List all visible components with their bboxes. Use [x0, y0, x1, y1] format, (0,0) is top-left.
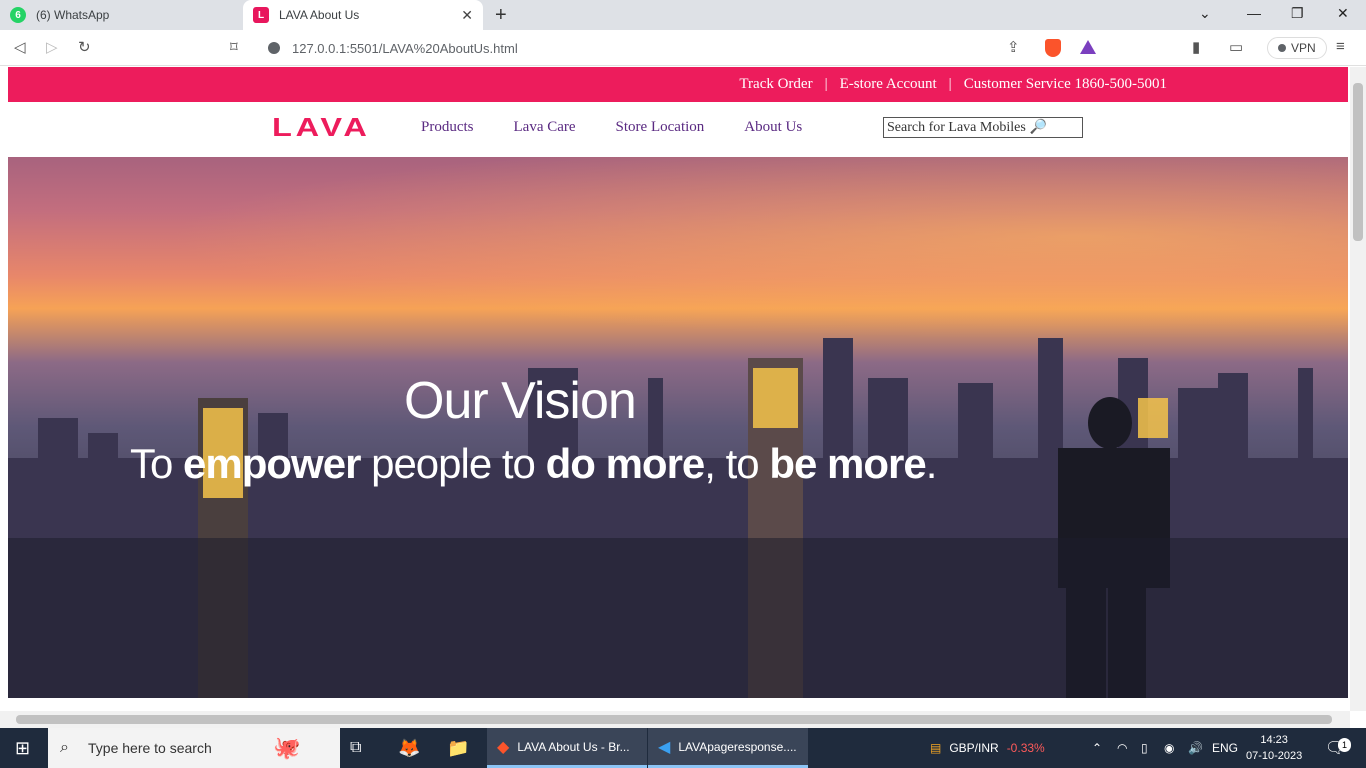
battery-icon[interactable]: ▯	[1141, 728, 1148, 768]
restore-icon[interactable]: ❐	[1291, 5, 1304, 22]
file-explorer-icon[interactable]: 📁	[447, 728, 469, 768]
scrollbar-thumb[interactable]	[16, 715, 1332, 724]
taskbar-search-input[interactable]: ⌕ Type here to search 🐙	[48, 728, 340, 768]
lava-logo[interactable]: LAVA	[272, 112, 371, 143]
search-icon: ⌕	[60, 739, 69, 756]
brave-shields-icon[interactable]	[1045, 39, 1061, 57]
top-utility-bar: Track Order | E-store Account | Customer…	[8, 67, 1348, 102]
minimize-icon[interactable]: —	[1247, 5, 1261, 21]
tagline-part: people to	[360, 440, 546, 487]
url-text[interactable]: 127.0.0.1:5501/LAVA%20AboutUs.html	[292, 41, 518, 56]
scrollbar-thumb[interactable]	[1353, 83, 1363, 241]
taskbar-app-vscode[interactable]: ◀ LAVApageresponse....	[648, 728, 808, 768]
clock-date: 07-10-2023	[1246, 750, 1303, 762]
tagline-emphasis: empower	[183, 440, 361, 487]
reload-icon[interactable]: ↻	[78, 38, 91, 56]
horizontal-scrollbar[interactable]	[0, 711, 1350, 728]
browser-toolbar: ◁ ▷ ↻ ⌑ 127.0.0.1:5501/LAVA%20AboutUs.ht…	[0, 30, 1366, 66]
hero-banner: Our Vision To empower people to do more,…	[8, 157, 1348, 698]
tagline-part: .	[925, 440, 938, 487]
tab-title: LAVA About Us	[279, 8, 360, 22]
bookmark-icon[interactable]: ⌑	[230, 38, 238, 56]
search-icon[interactable]: 🔎	[1030, 119, 1047, 136]
vpn-button[interactable]: VPN	[1267, 37, 1327, 59]
close-tab-icon[interactable]: ✕	[461, 7, 473, 24]
chevron-up-icon[interactable]: ⌃	[1092, 728, 1102, 768]
stock-widget[interactable]: ▤ GBP/INR -0.33%	[930, 728, 1045, 768]
web-page: Track Order | E-store Account | Customer…	[8, 67, 1348, 698]
vscode-icon: ◀	[658, 738, 671, 756]
taskbar-app-brave[interactable]: ◆ LAVA About Us - Br...	[487, 728, 647, 768]
estore-account-link[interactable]: E-store Account	[840, 76, 937, 93]
back-icon[interactable]: ◁	[14, 38, 26, 56]
tab-strip: 6 (6) WhatsApp L LAVA About Us ✕ + ⌄ — ❐…	[0, 0, 1366, 30]
hero-heading: Our Vision	[404, 372, 637, 430]
site-info-icon[interactable]	[268, 42, 280, 54]
tagline-part: To	[130, 440, 184, 487]
nav-links: Products Lava Care Store Location About …	[421, 119, 802, 136]
vpn-label: VPN	[1291, 41, 1316, 55]
tagline-part: , to	[704, 440, 770, 487]
nav-about-us[interactable]: About Us	[744, 119, 802, 136]
search-placeholder: Search for Lava Mobiles	[887, 119, 1026, 135]
stock-label: GBP/INR	[949, 741, 999, 755]
system-clock[interactable]: 14:23 07-10-2023	[1246, 732, 1302, 764]
hero-tagline: To empower people to do more, to be more…	[130, 440, 938, 488]
brave-icon: ◆	[497, 738, 510, 756]
track-order-link[interactable]: Track Order	[739, 76, 812, 93]
sunset-glow	[8, 157, 1348, 357]
nav-store-location[interactable]: Store Location	[616, 119, 705, 136]
octopus-icon: 🐙	[273, 735, 301, 760]
whatsapp-icon: 6	[10, 7, 26, 23]
share-icon[interactable]: ⇪	[1007, 38, 1020, 56]
search-input[interactable]: Search for Lava Mobiles 🔎	[883, 117, 1083, 138]
windows-start-icon[interactable]: ⊞	[15, 728, 30, 768]
chevron-down-icon[interactable]: ⌄	[1199, 5, 1211, 22]
nav-lava-care[interactable]: Lava Care	[514, 119, 576, 136]
wallet-icon[interactable]: ▭	[1229, 38, 1243, 56]
brave-rewards-icon[interactable]	[1080, 40, 1096, 54]
tab-title: (6) WhatsApp	[36, 8, 110, 22]
forward-icon[interactable]: ▷	[46, 38, 58, 56]
close-window-icon[interactable]: ✕	[1337, 5, 1349, 22]
vertical-scrollbar[interactable]	[1350, 67, 1366, 711]
firefox-icon[interactable]: 🦊	[398, 728, 420, 768]
nav-products[interactable]: Products	[421, 119, 474, 136]
new-tab-icon[interactable]: +	[495, 4, 507, 27]
network-icon[interactable]: ◠	[1117, 728, 1127, 768]
vpn-status-icon	[1278, 44, 1286, 52]
lava-favicon-icon: L	[253, 7, 269, 23]
task-view-icon[interactable]: ⧉	[350, 728, 361, 768]
tab-whatsapp[interactable]: 6 (6) WhatsApp	[0, 0, 240, 30]
tagline-emphasis: do more	[545, 440, 706, 487]
city-skyline-image	[8, 338, 1348, 698]
tagline-emphasis: be more	[769, 440, 926, 487]
sidebar-icon[interactable]: ▮	[1192, 38, 1200, 56]
separator: |	[824, 76, 828, 92]
meet-icon[interactable]: ◉	[1164, 728, 1174, 768]
windows-taskbar: ⊞ ⌕ Type here to search 🐙 ⧉ 🦊 📁 ◆ LAVA A…	[0, 728, 1366, 768]
address-bar[interactable]: 127.0.0.1:5501/LAVA%20AboutUs.html	[258, 34, 1258, 62]
stock-change: -0.33%	[1006, 741, 1045, 755]
volume-icon[interactable]: 🔊	[1188, 728, 1203, 768]
taskbar-search-placeholder: Type here to search	[88, 740, 212, 756]
tab-lava-about[interactable]: L LAVA About Us ✕	[243, 0, 483, 30]
menu-icon[interactable]: ≡	[1336, 38, 1345, 55]
clock-time: 14:23	[1260, 734, 1288, 746]
notification-count: 1	[1338, 738, 1352, 752]
main-navbar: LAVA Products Lava Care Store Location A…	[8, 102, 1348, 157]
taskbar-app-label: LAVApageresponse....	[678, 739, 797, 754]
language-indicator[interactable]: ENG	[1212, 728, 1238, 768]
taskbar-app-label: LAVA About Us - Br...	[517, 739, 630, 754]
stock-icon: ▤	[930, 741, 942, 755]
customer-service-link[interactable]: Customer Service 1860-500-5001	[964, 76, 1167, 93]
separator: |	[948, 76, 952, 92]
